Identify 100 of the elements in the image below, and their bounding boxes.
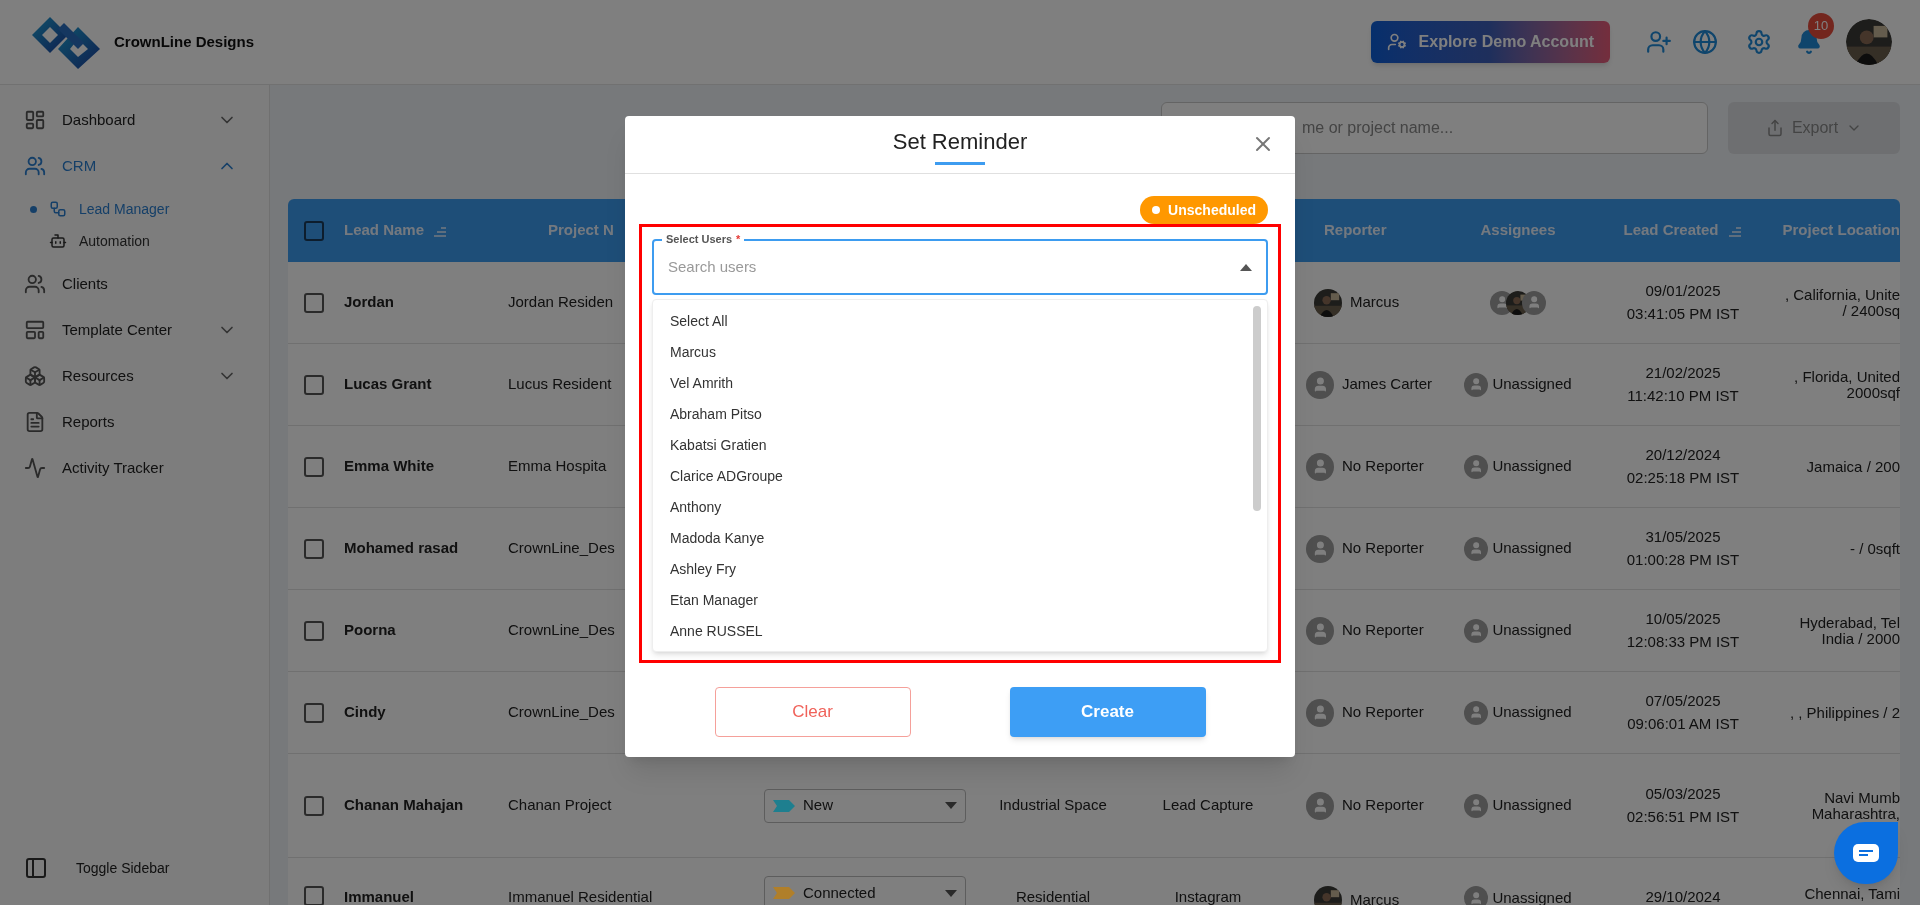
reporter-name: No Reporter [1342,795,1424,816]
clear-button[interactable]: Clear [714,687,911,737]
status-dropdown[interactable]: New [764,788,966,823]
project-location: , Florida, United [1794,368,1900,385]
user-option[interactable]: Anne RUSSEL [653,616,1267,647]
assignee-status: Unassigned [1492,702,1572,723]
demo-account-button[interactable]: Explore Demo Account [1370,21,1610,63]
column-header: Assignees [1480,220,1556,241]
user-avatar-icon [1306,616,1334,645]
status-dropdown[interactable]: Connected [764,876,966,905]
sidebar-item[interactable]: Clients [0,261,269,307]
submenu-item[interactable]: Automation [0,225,269,257]
created-date: 31/05/2025 [1645,527,1721,547]
column-header: Reporter [1324,220,1387,241]
project-location: Navi Mumb [1824,789,1900,806]
row-checkbox[interactable] [304,620,324,641]
row-checkbox[interactable] [304,292,324,313]
created-time: 01:00:28 PM IST [1626,549,1740,570]
project-type: Residential [1015,888,1091,905]
user-option[interactable]: Kabatsi Gratien [653,430,1267,461]
user-switch-icon [1386,32,1407,52]
brand-name: CrownLine Designs [114,31,255,52]
toggle-sidebar-button[interactable]: Toggle Sidebar [0,843,269,893]
project-location: / 2400sq [1842,302,1900,319]
scrollbar[interactable] [1253,306,1261,511]
assignee-status: Unassigned [1492,887,1572,905]
created-date: 21/02/2025 [1645,363,1721,383]
user-option[interactable]: Vel Amrith [653,368,1267,399]
add-user-icon[interactable] [1646,29,1672,55]
project-location: Hyderabad, Tel [1799,614,1900,631]
user-avatar-icon [1306,452,1334,481]
user-option[interactable]: Madoda Kanye [653,523,1267,554]
settings-icon[interactable] [1746,29,1772,55]
row-checkbox[interactable] [304,538,324,559]
assignee-status: Unassigned [1492,620,1572,641]
row-checkbox[interactable] [304,795,324,816]
sidebar-item[interactable]: Dashboard [0,97,269,143]
project-name: Lucus Resident [508,375,612,393]
user-option[interactable]: Ashley Fry [653,554,1267,585]
project-name: Immanuel Residential [508,888,653,905]
export-icon [1765,119,1784,137]
user-avatar-icon [1464,536,1489,561]
chat-icon [1853,844,1879,862]
user-option[interactable]: Abraham Pitso [653,399,1267,430]
project-location: 2000sqf [1846,384,1900,401]
template-icon [24,319,46,341]
reporter-name: Marcus [1350,889,1400,905]
user-option[interactable]: Anthony [653,492,1267,523]
created-time: 11:42:10 PM IST [1627,385,1739,406]
project-location: , , Philippines / 2 [1789,704,1900,721]
project-location: India / 2000 [1821,630,1900,647]
project-name: Emma Hospita [508,457,607,475]
row-checkbox[interactable] [304,456,324,477]
group-icon [24,273,46,295]
lead-name: Cindy [344,703,386,721]
globe-icon[interactable] [1692,29,1718,55]
assignee-status: Unassigned [1492,374,1572,395]
notification-icon[interactable] [1796,29,1822,55]
panel-icon [24,856,48,880]
lead-name: Lucas Grant [344,375,432,393]
assignee-status: Unassigned [1492,795,1572,816]
project-name: CrownLine_Des [508,621,615,639]
row-checkbox[interactable] [304,374,324,395]
created-date: 10/05/2025 [1645,609,1721,629]
reporter-name: No Reporter [1342,702,1424,723]
user-avatar-icon [1306,534,1334,563]
sidebar-item[interactable]: CRM [0,143,269,189]
select-all-checkbox[interactable] [304,220,324,241]
user-avatar-icon [1306,370,1334,399]
user-avatar-icon [1464,618,1489,643]
created-time: 03:41:05 PM IST [1626,303,1740,324]
sidebar-item[interactable]: Activity Tracker [0,445,269,491]
notification-badge: 10 [1808,13,1834,39]
user-option[interactable]: Etan Manager [653,585,1267,616]
submenu-item[interactable]: Lead Manager [0,193,269,225]
user-option[interactable]: Marcus [653,337,1267,368]
user-avatar-icon [1464,793,1489,818]
sidebar-item[interactable]: Resources [0,353,269,399]
lead-name: Poorna [344,621,396,639]
workflow-icon [49,200,67,218]
user-avatar-icon [1522,290,1546,315]
robot-icon [49,232,67,250]
sidebar-item[interactable]: Template Center [0,307,269,353]
dashboard-icon [24,109,46,131]
column-header: Project N [548,220,614,241]
reporter-name: Marcus [1350,292,1400,313]
project-location: Jamaica / 200 [1806,458,1900,475]
row-checkbox[interactable] [304,702,324,723]
project-location: - / 0sqft [1849,540,1900,557]
project-name: Jordan Residen [508,293,614,311]
reporter-name: No Reporter [1342,620,1424,641]
user-option[interactable]: Clarice ADGroupe [653,461,1267,492]
user-option[interactable]: Select All [653,306,1267,337]
create-button[interactable]: Create [1009,687,1206,737]
created-date: 07/05/2025 [1645,691,1721,711]
sidebar-item[interactable]: Reports [0,399,269,445]
project-type: Industrial Space [999,796,1107,814]
row-checkbox[interactable] [304,886,324,905]
user-avatar-icon [1306,791,1334,820]
created-time: 12:08:33 PM IST [1626,631,1740,652]
